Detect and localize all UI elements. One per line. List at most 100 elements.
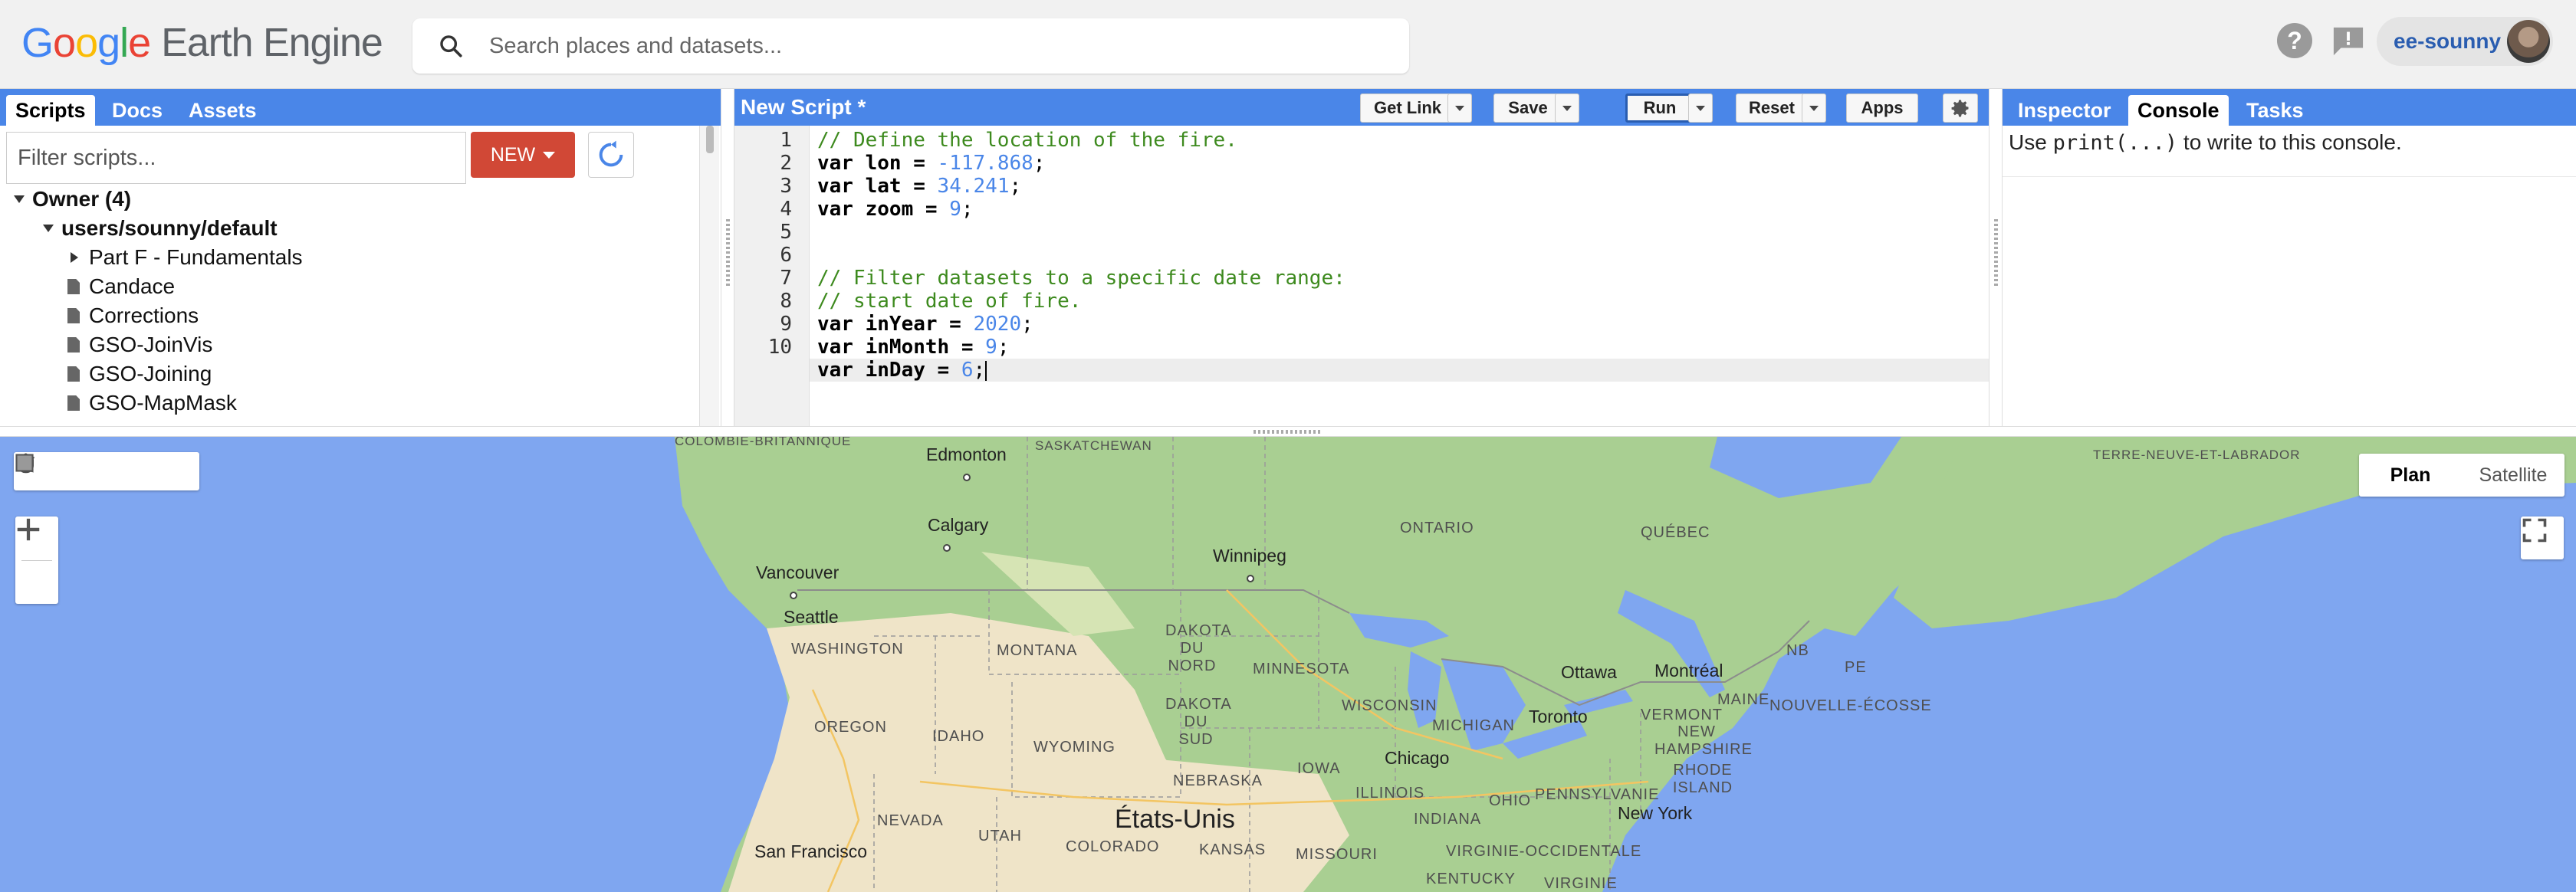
script-file-item[interactable]: GSO-MapMask	[67, 389, 237, 417]
rectangle-icon[interactable]	[15, 452, 198, 490]
right-splitter[interactable]	[1989, 89, 2003, 426]
city-name: Edmonton	[926, 444, 1007, 464]
settings-button[interactable]	[1943, 93, 1978, 123]
reset-dropdown[interactable]	[1802, 93, 1826, 123]
city-name: Seattle	[784, 607, 839, 627]
city-label[interactable]: Winnipeg	[1213, 546, 1286, 587]
new-button[interactable]: NEW	[471, 132, 575, 178]
city-label[interactable]: Calgary	[928, 515, 988, 556]
city-name: Winnipeg	[1213, 546, 1286, 566]
drawing-toolbar	[14, 452, 199, 490]
code-line: var inMonth = 9;	[817, 336, 1009, 359]
collapse-icon	[43, 225, 54, 232]
fullscreen-button[interactable]	[2521, 517, 2564, 559]
scripts-scrollbar[interactable]	[699, 126, 719, 426]
gear-icon	[1951, 100, 1969, 117]
tree-folder[interactable]: Part F - Fundamentals	[71, 244, 303, 271]
region-label: NOUVELLE-ÉCOSSE	[1769, 697, 1932, 714]
run-button[interactable]: Run	[1625, 93, 1694, 123]
city-label[interactable]: Chicago	[1385, 748, 1449, 769]
city-label[interactable]: Toronto	[1529, 707, 1588, 727]
map-view[interactable]: COLOMBIE-BRITANNIQUE SASKATCHEWAN TERRE-…	[0, 437, 2576, 892]
search-input[interactable]	[489, 33, 1371, 59]
save-dropdown[interactable]	[1555, 93, 1579, 123]
script-file-item[interactable]: GSO-Joining	[67, 360, 212, 388]
code-editor[interactable]: 1 2 3 4 5 6 7 8 9 10 // Define the locat…	[734, 126, 1989, 426]
script-file-label: GSO-JoinVis	[89, 333, 213, 356]
get-link-dropdown[interactable]	[1447, 93, 1472, 123]
marker-icon[interactable]	[18, 452, 87, 490]
collapse-icon	[14, 195, 25, 203]
tab-console[interactable]: Console	[2128, 95, 2229, 126]
city-label[interactable]: New York	[1618, 803, 1692, 824]
scrollbar-thumb[interactable]	[706, 126, 714, 153]
file-icon	[67, 366, 80, 382]
tab-docs[interactable]: Docs	[103, 95, 172, 126]
code-token: -117.868	[937, 152, 1033, 175]
region-label: DAKOTA DU NORD	[1165, 622, 1232, 674]
code-token: ;	[1033, 152, 1046, 175]
drag-handle-icon[interactable]	[1994, 219, 1998, 288]
city-name: Toronto	[1529, 707, 1588, 726]
left-splitter[interactable]	[721, 89, 734, 426]
line-number: 4	[780, 198, 792, 221]
city-label[interactable]: Vancouver	[756, 562, 839, 604]
code-token: ;	[973, 359, 986, 382]
script-file-label: GSO-MapMask	[89, 391, 237, 415]
region-label: VERMONT	[1641, 707, 1723, 723]
drag-handle-icon[interactable]	[726, 219, 730, 288]
code-token: 34.241	[937, 175, 1010, 198]
city-label[interactable]: Ottawa	[1561, 662, 1617, 683]
tab-assets[interactable]: Assets	[179, 95, 266, 126]
reset-button[interactable]: Reset	[1736, 93, 1808, 123]
script-file-item[interactable]: Corrections	[67, 302, 199, 330]
region-label: COLOMBIE-BRITANNIQUE	[675, 437, 852, 448]
city-label[interactable]: Montréal	[1654, 661, 1723, 681]
code-token: 6	[961, 359, 974, 382]
apps-button[interactable]: Apps	[1846, 93, 1918, 123]
code-token: ;	[1021, 313, 1033, 336]
file-icon	[67, 337, 80, 353]
tree-owner[interactable]: Owner (4)	[14, 185, 131, 213]
search-icon	[412, 18, 489, 74]
region-label: IDAHO	[932, 728, 985, 745]
earth-engine-logo[interactable]: Google Earth Engine	[21, 15, 383, 71]
line-icon[interactable]	[15, 452, 124, 490]
city-label[interactable]: Seattle	[784, 607, 839, 628]
run-dropdown[interactable]	[1688, 93, 1713, 123]
drag-handle-icon[interactable]	[1254, 430, 1322, 434]
tab-tasks[interactable]: Tasks	[2237, 95, 2313, 126]
avatar[interactable]	[2507, 20, 2550, 63]
tree-repo[interactable]: users/sounny/default	[43, 215, 278, 242]
line-number: 3	[780, 175, 792, 198]
code-token: var inYear =	[817, 313, 974, 336]
zoom-out-button[interactable]	[15, 527, 58, 604]
code-line: var inYear = 2020;	[817, 313, 1033, 336]
region-label: SASKATCHEWAN	[1035, 438, 1152, 453]
chevron-down-icon	[1809, 105, 1819, 111]
city-label[interactable]: Edmonton	[926, 444, 1007, 486]
map-type-satellite[interactable]: Satellite	[2462, 454, 2564, 497]
script-file-item[interactable]: GSO-JoinVis	[67, 331, 212, 359]
tab-inspector[interactable]: Inspector	[2009, 95, 2121, 126]
code-line: var zoom = 9;	[817, 198, 974, 221]
tab-scripts[interactable]: Scripts	[6, 95, 95, 126]
feedback-icon[interactable]	[2331, 25, 2366, 57]
polygon-icon[interactable]	[15, 452, 161, 490]
line-number: 6	[780, 244, 792, 267]
account-switcher[interactable]: ee-sounny	[2377, 17, 2553, 66]
city-name: Ottawa	[1561, 662, 1617, 682]
region-label: VIRGINIE-OCCIDENTALE	[1446, 843, 1642, 860]
refresh-button[interactable]	[588, 132, 634, 178]
search-box[interactable]	[412, 18, 1409, 74]
region-label: PENNSYLVANIE	[1535, 786, 1660, 803]
filter-scripts-input[interactable]	[6, 132, 466, 184]
help-icon[interactable]: ?	[2277, 23, 2312, 58]
account-name: ee-sounny	[2394, 29, 2502, 53]
city-label[interactable]: San Francisco	[754, 841, 867, 862]
map-type-plan[interactable]: Plan	[2359, 454, 2462, 497]
script-file-item[interactable]: Candace	[67, 273, 175, 300]
map-splitter[interactable]	[0, 426, 2576, 437]
save-button[interactable]: Save	[1493, 93, 1562, 123]
get-link-button[interactable]: Get Link	[1360, 93, 1455, 123]
